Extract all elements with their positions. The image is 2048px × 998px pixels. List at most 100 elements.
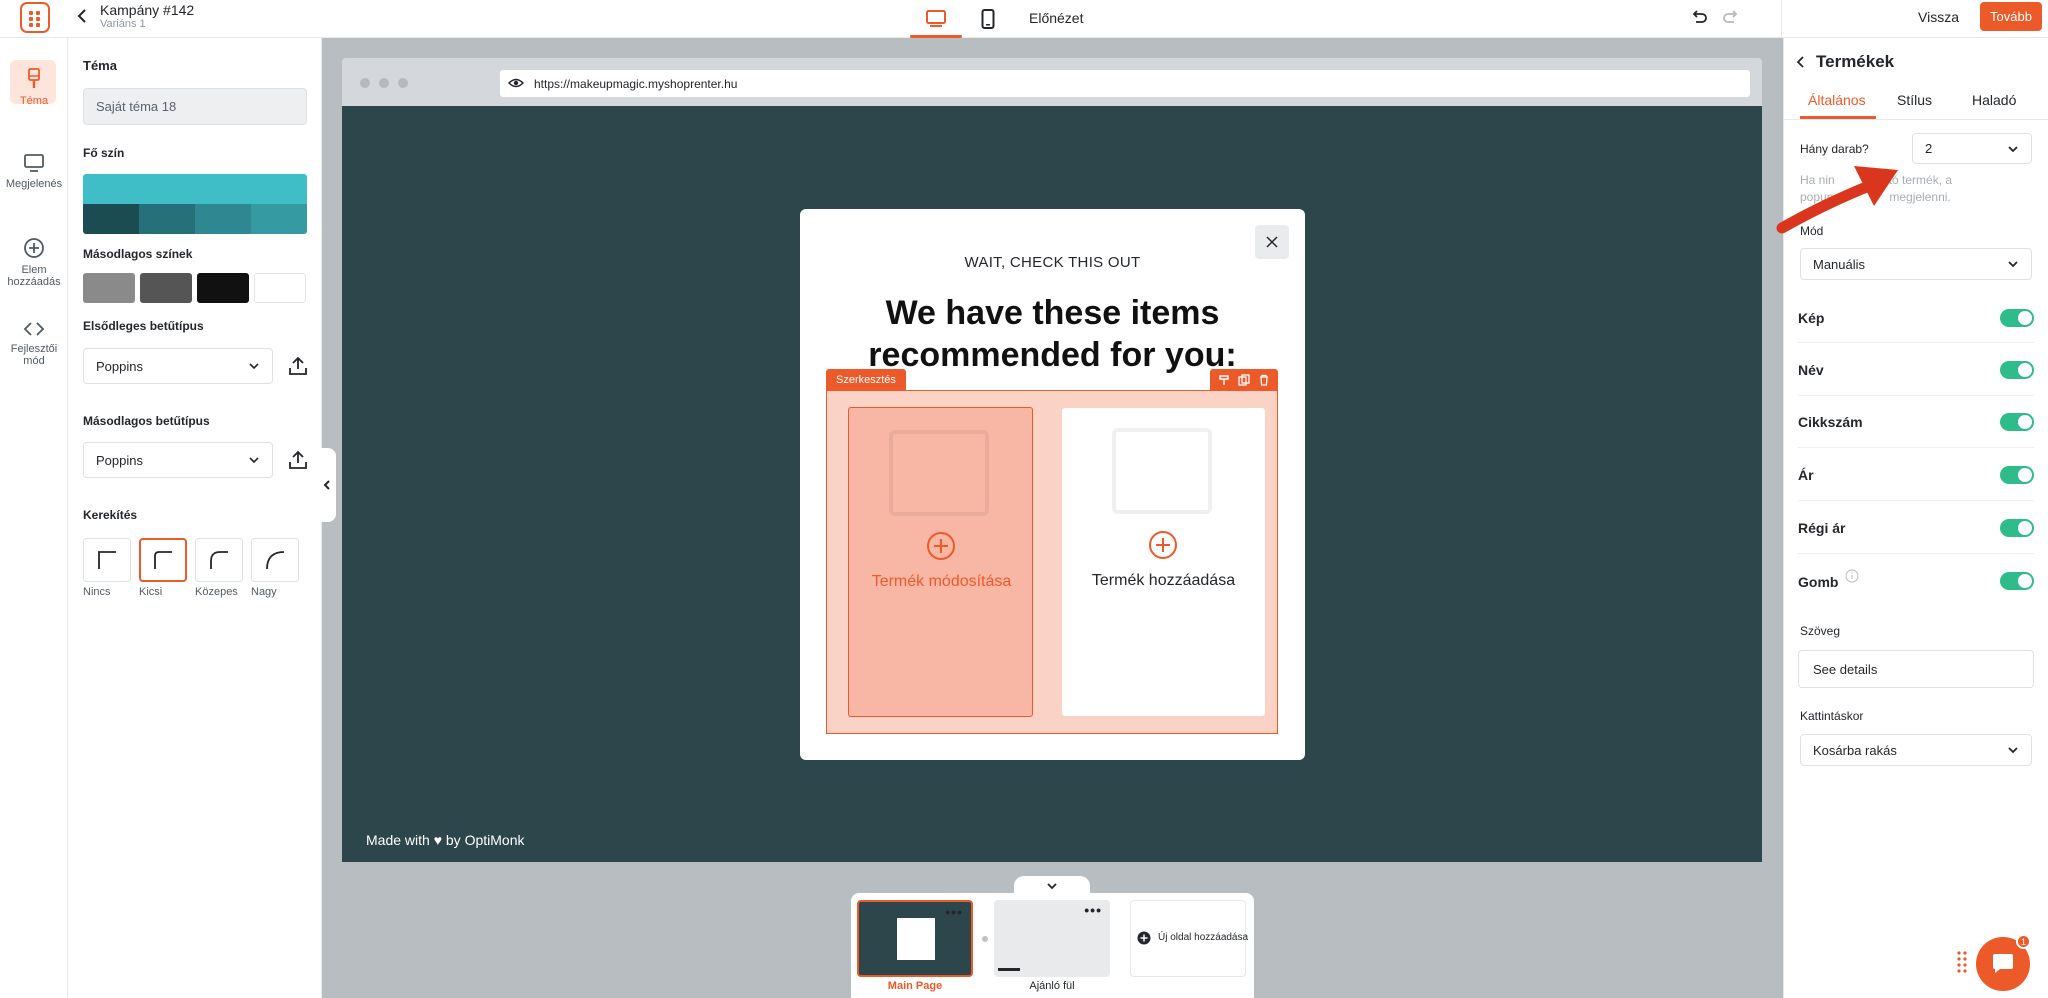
main-color-label: Fő szín [83,146,125,160]
collapse-panel-button[interactable] [318,448,336,522]
window-dot [398,78,408,88]
copy-icon[interactable] [1238,373,1250,386]
main-color-swatch[interactable] [83,174,307,204]
shade-swatch[interactable] [251,204,307,234]
desktop-icon [926,10,946,27]
shade-swatch[interactable] [139,204,195,234]
rounding-option-label: Kicsi [139,586,163,598]
secondary-font-select[interactable]: Poppins [83,442,273,478]
rounding-small-option[interactable] [139,538,187,582]
theme-select[interactable]: Saját téma 18 [83,88,307,125]
toggle-nev[interactable] [2000,361,2034,379]
optimonk-logo[interactable] [20,2,50,33]
tab-halado[interactable]: Haladó [1972,92,2016,108]
divider [1798,342,2034,343]
plus-circle-icon [927,532,955,560]
rounding-none-option[interactable] [83,538,131,582]
panel-title: Termékek [1816,52,1895,71]
desktop-view-button[interactable] [910,0,962,38]
toggle-cikkszam[interactable] [2000,413,2034,431]
next-button[interactable]: Tovább [1980,2,2042,31]
toggle-kep[interactable] [2000,309,2034,327]
theme-panel: Téma Saját téma 18 Fő szín Másodlagos sz… [68,38,322,998]
chevron-down-icon [2008,145,2018,152]
popup-heading[interactable]: We have these items recommended for you: [820,292,1285,376]
rounding-medium-option[interactable] [195,538,243,582]
page-label: Ajánló fül [1029,980,1075,992]
mobile-icon [981,9,995,29]
rounding-large-option[interactable] [251,538,299,582]
code-icon [23,322,45,336]
chevron-left-icon [323,480,330,490]
format-painter-icon[interactable] [1218,374,1230,386]
card-label: Termék módosítása [871,573,1012,590]
shade-swatch[interactable] [195,204,251,234]
upload-icon[interactable] [286,448,310,472]
chevron-left-icon[interactable] [76,8,88,24]
toggle-gomb[interactable] [2000,572,2034,590]
corner-none-icon [98,551,116,569]
theme-label: Téma [83,58,117,73]
tab-stilus[interactable]: Stílus [1897,92,1932,108]
button-text-input[interactable]: See details [1798,650,2034,688]
toggle-label-ar: Ár [1798,467,1814,483]
pages-collapse-button[interactable] [1014,876,1090,896]
plus-circle-icon [24,238,44,258]
shade-swatch[interactable] [83,204,139,234]
rounding-option-label: Közepes [195,586,238,598]
product-card-edit[interactable]: Termék módosítása [848,407,1033,717]
preview-url-field[interactable]: https://makeupmagic.myshoprenter.hu [500,70,1750,97]
more-icon[interactable]: ••• [945,904,963,920]
count-select[interactable]: 2 [1912,133,2032,164]
drag-handle-icon[interactable] [1956,950,1968,974]
rounding-option-label: Nagy [251,586,277,598]
rail-item-tema[interactable]: Téma [0,68,68,107]
mode-select[interactable]: Manuális [1800,248,2032,280]
rail-item-fejlesztoi-mod[interactable]: Fejlesztői mód [0,320,68,367]
secondary-color-swatch[interactable] [254,273,306,303]
primary-font-label: Elsődleges betűtípus [83,319,204,333]
toggle-ar[interactable] [2000,466,2034,484]
back-button[interactable]: Vissza [1918,9,1959,25]
rounding-label: Kerekítés [83,508,138,522]
secondary-color-swatch[interactable] [83,273,135,303]
toggle-regi-ar[interactable] [2000,519,2034,537]
undo-icon[interactable] [1690,8,1708,26]
chevron-left-icon[interactable] [1796,55,1806,69]
main-color-picker[interactable] [83,174,307,234]
mobile-view-button[interactable] [976,0,1000,38]
chevron-down-icon [1047,883,1057,890]
tab-altalanos[interactable]: Általános [1808,92,1866,108]
info-icon[interactable] [1845,569,1859,583]
made-with-credit[interactable]: Made with ♥ by OptiMonk [366,832,524,848]
teaser-preview [998,968,1020,971]
top-bar: Kampány #142 Variáns 1 Előnézet Vissza T… [0,0,2048,38]
plus-circle-icon [1149,531,1177,559]
secondary-color-swatch[interactable] [140,273,192,303]
rail-item-label: Téma [19,95,49,107]
preview-button[interactable]: Előnézet [1029,10,1083,26]
rail-item-elem-hozzaadas[interactable]: Elem hozzáadás [0,237,68,288]
secondary-color-swatch[interactable] [197,273,249,303]
trash-icon[interactable] [1258,374,1270,386]
divider [1798,553,2034,554]
more-icon[interactable]: ••• [1084,902,1102,918]
annotation-arrow-icon [1776,166,1898,234]
product-card-add[interactable]: Termék hozzáadása [1062,408,1265,716]
edit-tag[interactable]: Szerkesztés [826,369,906,390]
page-thumbnail-teaser[interactable]: ••• [994,900,1110,977]
primary-font-select[interactable]: Poppins [83,348,273,384]
popup-eyebrow[interactable]: WAIT, CHECK THIS OUT [800,254,1305,271]
toggle-label-kep: Kép [1798,310,1825,326]
click-action-select[interactable]: Kosárba rakás [1800,734,2032,766]
rail-item-megjelenes[interactable]: Megjelenés [0,153,68,190]
chevron-down-icon [249,363,259,370]
rail-item-label: Megjelenés [5,178,63,190]
redo-icon[interactable] [1722,8,1740,26]
corner-medium-icon [210,551,228,569]
text-label: Szöveg [1800,624,1841,638]
upload-icon[interactable] [286,354,310,378]
chevron-down-icon [2008,747,2018,754]
brush-icon [28,68,40,88]
divider [1798,395,2034,396]
